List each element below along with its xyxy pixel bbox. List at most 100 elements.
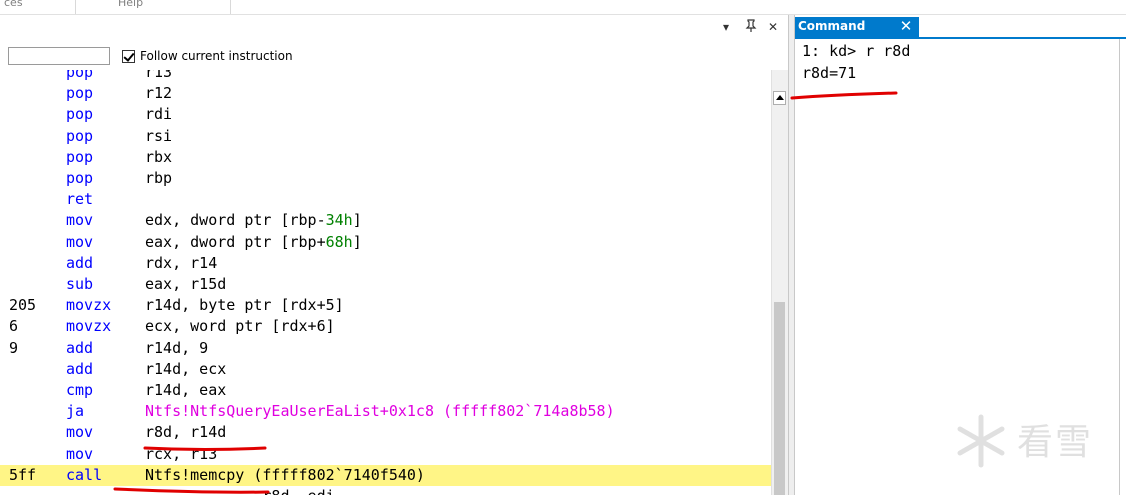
- disassembly-row[interactable]: ja Ntfs!NtfsQueryEaUserEaList+0x1c8 (ffff…: [0, 401, 771, 422]
- command-border: [1119, 39, 1120, 495]
- scroll-up-icon[interactable]: [773, 91, 786, 105]
- instruction-opcode: ja: [66, 402, 85, 421]
- disassembly-row[interactable]: pop r12: [0, 83, 771, 104]
- disassembly-row[interactable]: sub eax, r15d: [0, 274, 771, 295]
- instruction-operands: r14d, ecx: [145, 359, 226, 380]
- instruction-opcode: pop: [66, 169, 94, 187]
- follow-checkbox[interactable]: [122, 49, 135, 63]
- disassembly-row[interactable]: pop rbp: [0, 168, 771, 189]
- instruction-opcode: movzx: [66, 296, 112, 315]
- instruction-operands: r14d, eax: [145, 380, 226, 401]
- disassembly-row[interactable]: pop rdi: [0, 104, 771, 125]
- disassembly-row[interactable]: pop rsi: [0, 126, 771, 147]
- close-icon[interactable]: ✕: [899, 18, 913, 34]
- instruction-operands: r8d, edi: [145, 486, 334, 495]
- instruction-operands: rcx, r13: [145, 444, 217, 465]
- operand-text: rcx, r13: [145, 444, 218, 463]
- disassembly-row[interactable]: add r14d, ecx: [0, 359, 771, 380]
- instruction-operands: rsi: [145, 126, 172, 147]
- operand-text: r13: [145, 70, 173, 81]
- tab-command-label: Command: [798, 19, 866, 33]
- instruction-opcode: add: [66, 338, 94, 357]
- scrollbar-thumb[interactable]: [774, 302, 785, 495]
- operand-text: Ntfs!memcpy (fffff802`7140f540): [145, 465, 425, 484]
- disassembly-row[interactable]: r8d, edi: [0, 486, 771, 495]
- current-instruction-row[interactable]: 5ff call Ntfs!memcpy (fffff802`7140f540): [0, 464, 771, 486]
- instruction-operands: rbp: [145, 168, 172, 189]
- disassembly-row[interactable]: 6 movzx ecx, word ptr [rdx+6]: [0, 316, 771, 337]
- instruction-address: 205: [9, 296, 37, 315]
- operand-number: 68h: [325, 232, 353, 251]
- instruction-operands: r8d, r14d: [145, 422, 226, 443]
- instruction-opcode: add: [66, 253, 94, 272]
- instruction-operands: Ntfs!NtfsQueryEaUserEaList+0x1c8 (fffff8…: [145, 401, 615, 422]
- operand-text: eax, dword ptr [rbp+: [145, 232, 326, 251]
- close-icon[interactable]: ✕: [768, 19, 778, 35]
- disassembly-row[interactable]: mov edx, dword ptr [rbp-34h]: [0, 210, 771, 231]
- instruction-operands: Ntfs!memcpy (fffff802`7140f540): [145, 465, 425, 486]
- instruction-operands: r14d, byte ptr [rdx+5]: [145, 295, 344, 316]
- menu-item-help[interactable]: Help: [118, 0, 143, 9]
- disassembly-row[interactable]: mov rcx, r13: [0, 444, 771, 465]
- instruction-opcode: sub: [66, 275, 94, 293]
- instruction-operands: rdx, r14: [145, 253, 217, 274]
- instruction-opcode: add: [66, 359, 94, 378]
- operand-text: eax, r15d: [145, 275, 227, 293]
- disassembly-row[interactable]: pop r13: [0, 70, 771, 83]
- command-output-line: r8d=71: [802, 64, 857, 82]
- operand-number: 34h: [325, 211, 353, 230]
- disassembly-row[interactable]: add rdx, r14: [0, 253, 771, 274]
- operand-text: rdx, r14: [145, 253, 218, 272]
- instruction-opcode: pop: [66, 105, 94, 124]
- instruction-operands: edx, dword ptr [rbp-34h]: [145, 210, 362, 231]
- instruction-opcode: mov: [66, 423, 94, 442]
- operand-text: r14d, 9: [145, 338, 209, 357]
- menu-separator: [230, 0, 231, 14]
- instruction-opcode: pop: [66, 126, 94, 145]
- instruction-opcode: call: [66, 465, 103, 484]
- disassembly-row[interactable]: pop rbx: [0, 147, 771, 168]
- instruction-operands: rdi: [145, 104, 172, 125]
- operand-text: r14d, eax: [145, 381, 227, 399]
- instruction-opcode: movzx: [66, 317, 112, 336]
- operand-text: r14d, ecx: [145, 359, 227, 378]
- dropdown-icon[interactable]: ▾: [723, 19, 729, 35]
- follow-current-instruction[interactable]: Follow current instruction: [122, 48, 293, 64]
- disassembly-row[interactable]: 9 add r14d, 9: [0, 338, 771, 359]
- disassembly-toolbar: Follow current instruction: [0, 39, 788, 73]
- disassembly-listing[interactable]: pop r13 pop r12 pop rdi pop rsi pop rbx pop rbp ret m…: [0, 70, 771, 495]
- command-tabstrip: Command ✕: [795, 15, 1126, 39]
- tab-command[interactable]: Command ✕: [795, 17, 919, 37]
- snowflake-icon: [957, 414, 1005, 468]
- menu-bar: ces Help: [0, 0, 1126, 15]
- address-input[interactable]: [8, 47, 110, 65]
- watermark: 看雪: [953, 413, 1103, 473]
- command-output-line: 1: kd> r r8d: [802, 42, 911, 60]
- instruction-address: 6: [9, 317, 19, 336]
- operand-text: r8d, r14d: [145, 423, 227, 442]
- disassembly-row[interactable]: mov r8d, r14d: [0, 422, 771, 443]
- instruction-opcode: pop: [66, 84, 94, 103]
- menu-item-ces[interactable]: ces: [4, 0, 23, 9]
- command-output: 1: kd> r r8d r8d=71: [802, 40, 910, 84]
- disassembly-row[interactable]: 205 movzx r14d, byte ptr [rdx+5]: [0, 295, 771, 316]
- instruction-operands: eax, dword ptr [rbp+68h]: [145, 232, 362, 253]
- instruction-opcode: ret: [66, 190, 94, 209]
- operand-text: ]: [352, 232, 362, 251]
- vertical-scrollbar[interactable]: [771, 70, 788, 495]
- menu-separator: [75, 0, 76, 14]
- pin-icon[interactable]: [745, 19, 757, 37]
- watermark-text: 看雪: [1017, 422, 1094, 463]
- disassembly-row[interactable]: ret: [0, 189, 771, 210]
- disassembly-row[interactable]: cmp r14d, eax: [0, 380, 771, 401]
- disassembly-row[interactable]: mov eax, dword ptr [rbp+68h]: [0, 232, 771, 253]
- operand-text: r14d, byte ptr [rdx+5]: [145, 296, 344, 315]
- operand-text: rbp: [145, 169, 173, 187]
- instruction-address: 9: [9, 338, 19, 357]
- operand-text: rbx: [145, 147, 173, 166]
- symbol-link[interactable]: Ntfs!NtfsQueryEaUserEaList+0x1c8 (fffff8…: [145, 402, 615, 420]
- instruction-operands: r12: [145, 83, 172, 104]
- instruction-operands: r13: [145, 70, 172, 83]
- instruction-operands: ecx, word ptr [rdx+6]: [145, 316, 335, 337]
- operand-text: rdi: [145, 105, 173, 124]
